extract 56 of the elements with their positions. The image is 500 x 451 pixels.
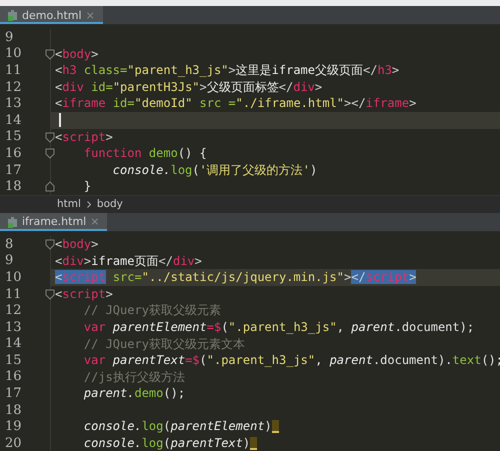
code-line: <body> <box>55 236 98 253</box>
line-number: 17 <box>5 386 22 402</box>
breadcrumb-item[interactable]: html <box>57 198 81 210</box>
code-line: <h3 class="parent_h3_js">这里是iframe父级页面</h3> <box>55 62 400 79</box>
code-line: } <box>82 178 92 195</box>
line-number: 9 <box>5 30 14 45</box>
code-line: <script src="../static/js/jquery.min.js"></script> <box>55 269 416 286</box>
chevron-icon <box>86 200 91 208</box>
fold-icon[interactable] <box>45 238 55 250</box>
code-line: console.log(parentText) <box>82 435 250 451</box>
line-number: 16 <box>5 369 22 384</box>
code-line: <iframe id="demoId" src ="./iframe.html"></iframe> <box>55 95 416 112</box>
line-number: 17 <box>5 162 22 178</box>
line-number: 9 <box>5 253 14 268</box>
line-number: 20 <box>5 436 22 451</box>
fold-icon[interactable] <box>45 181 55 192</box>
code-line: console.log(parentElement) <box>82 418 272 436</box>
fold-icon[interactable] <box>45 148 55 160</box>
code-line: <div id="parentH3Js">父级页面标签</div> <box>55 78 322 96</box>
code-line: <div>iframe页面</div> <box>55 252 202 270</box>
line-number: 14 <box>5 336 22 352</box>
line-number: 10 <box>5 46 22 62</box>
line-number: 18 <box>5 402 22 418</box>
file-icon <box>7 9 18 21</box>
file-tab[interactable]: demo.html × <box>0 6 103 24</box>
line-number: 15 <box>5 352 22 368</box>
line-number: 18 <box>5 179 22 194</box>
code-line: <body> <box>55 46 98 62</box>
fold-icon[interactable] <box>45 132 55 143</box>
code-line: <script> <box>55 286 113 302</box>
fold-icon[interactable] <box>45 288 55 300</box>
line-number: 15 <box>5 129 22 144</box>
line-number: 10 <box>5 270 22 285</box>
code-line: var parentText=$(".parent_h3_js", parent.document).text(); <box>82 352 500 369</box>
line-number: 19 <box>5 419 22 434</box>
code-line: //js执行父级方法 <box>82 368 185 386</box>
line-number: 13 <box>5 320 22 335</box>
code-line: console.log('调用了父级的方法') <box>112 162 318 178</box>
line-number: 8 <box>5 236 14 252</box>
code-line: // JQuery获取父级元素 <box>82 302 221 319</box>
line-number: 16 <box>5 146 22 161</box>
file-icon <box>7 216 18 228</box>
fold-icon[interactable] <box>45 48 55 60</box>
line-number: 12 <box>5 80 22 95</box>
code-line: <script> <box>55 128 113 146</box>
code-line: function demo() { <box>82 145 207 162</box>
code-line: // JQuery获取父级元素文本 <box>82 336 245 352</box>
line-number: 13 <box>5 96 22 112</box>
file-tab[interactable]: iframe.html × <box>0 212 108 231</box>
code-line: var parentElement=$(".parent_h3_js", parent.document); <box>82 318 474 336</box>
code-line: parent.demo(); <box>82 385 186 402</box>
line-number: 11 <box>5 286 22 302</box>
line-number: 11 <box>5 62 22 78</box>
line-number: 14 <box>5 112 22 128</box>
line-number: 12 <box>5 303 22 318</box>
breadcrumb-item[interactable]: body <box>96 198 123 210</box>
